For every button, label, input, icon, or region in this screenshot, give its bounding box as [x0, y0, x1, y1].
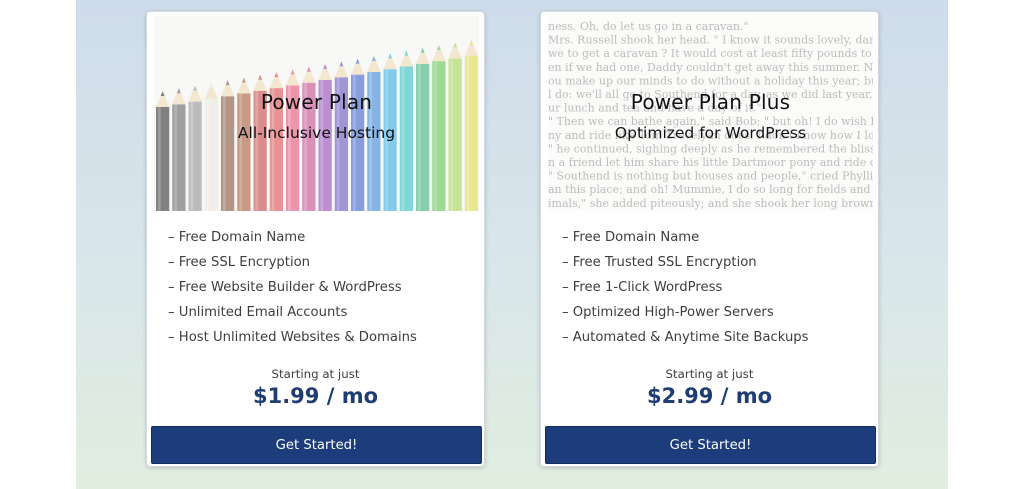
price-caption: Starting at just — [271, 367, 360, 381]
plan-card-power-plan-plus: ness. Oh, do let us go in a caravan."Mrs… — [540, 11, 879, 467]
get-started-button[interactable]: Get Started! — [545, 426, 876, 464]
feature-item: – Free Website Builder & WordPress — [168, 280, 402, 295]
get-started-button[interactable]: Get Started! — [151, 426, 482, 464]
feature-item: – Free SSL Encryption — [168, 255, 311, 270]
plan-price: $1.99 / mo — [252, 384, 379, 408]
plan-subtitle: Optimized for WordPress — [614, 124, 807, 142]
feature-list: – Free Domain Name – Free SSL Encryption… — [168, 229, 468, 354]
plan-price: $2.99 / mo — [646, 384, 773, 408]
feature-item: – Free 1-Click WordPress — [562, 280, 723, 295]
feature-item: – Automated & Anytime Site Backups — [562, 330, 809, 345]
feature-item: – Free Trusted SSL Encryption — [562, 255, 757, 270]
plan-hero: Power Plan All-Inclusive Hosting — [154, 16, 479, 211]
feature-item: – Host Unlimited Websites & Domains — [168, 330, 417, 345]
plan-hero: ness. Oh, do let us go in a caravan."Mrs… — [548, 16, 873, 211]
feature-item: – Optimized High-Power Servers — [562, 305, 774, 320]
price-caption: Starting at just — [665, 367, 754, 381]
feature-item: – Free Domain Name — [562, 230, 700, 245]
plan-title: Power Plan — [260, 90, 373, 114]
feature-list: – Free Domain Name – Free Trusted SSL En… — [562, 229, 862, 354]
feature-item: – Free Domain Name — [168, 230, 306, 245]
plan-card-power-plan: Power Plan All-Inclusive Hosting – Free … — [146, 11, 485, 467]
feature-item: – Unlimited Email Accounts — [168, 305, 348, 320]
plan-title: Power Plan Plus — [630, 90, 791, 114]
plan-subtitle: All-Inclusive Hosting — [237, 124, 396, 142]
